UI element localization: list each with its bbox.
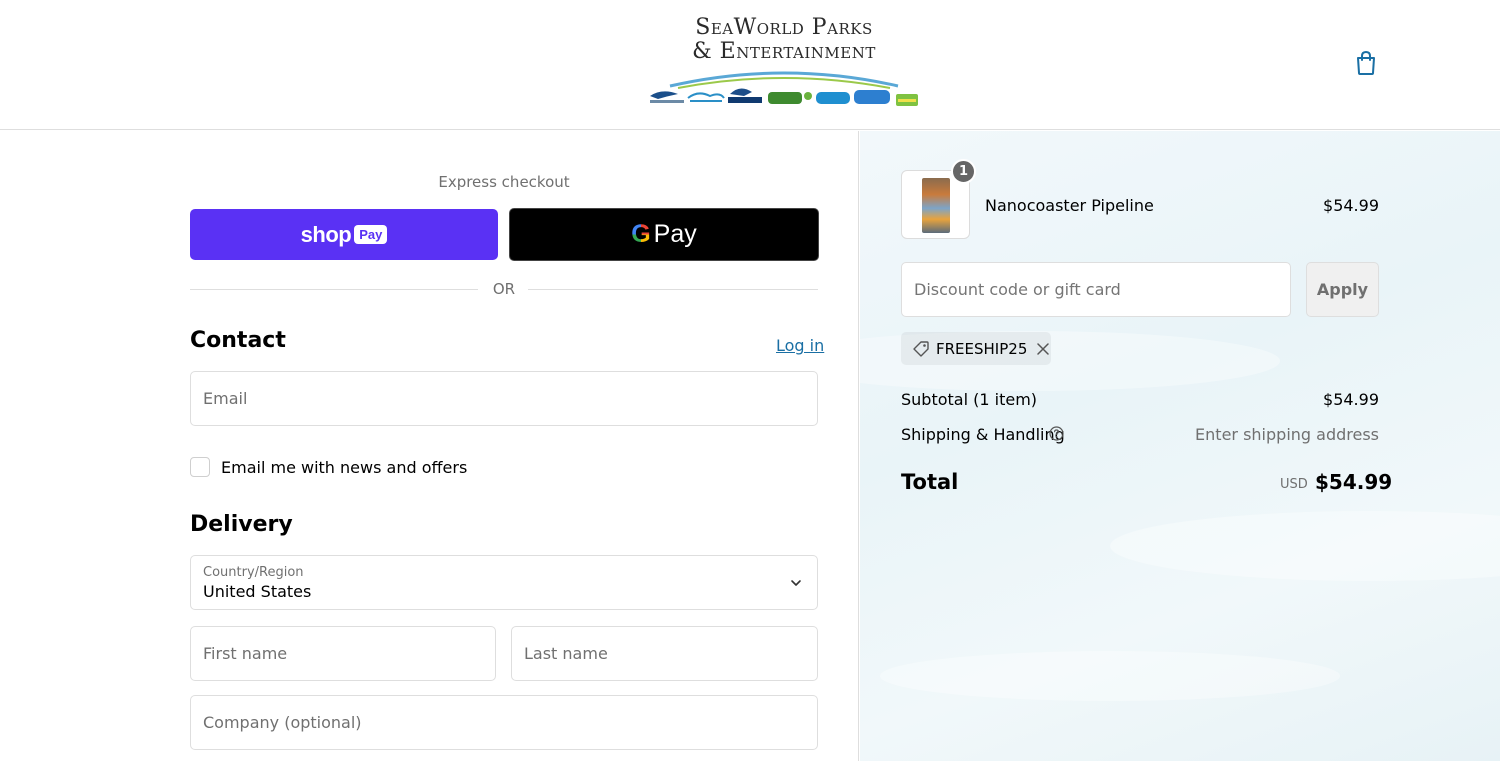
google-pay-word: Pay [653, 220, 697, 248]
email-field[interactable] [190, 371, 818, 426]
bag-icon[interactable] [1354, 50, 1378, 76]
email-input[interactable] [191, 372, 817, 425]
shipping-label: Shipping & Handling [901, 425, 1065, 444]
help-circle-icon[interactable] [1049, 426, 1064, 441]
apply-button[interactable]: Apply [1306, 262, 1379, 317]
product-price: $54.99 [1323, 196, 1379, 215]
company-field[interactable] [190, 695, 818, 750]
log-in-link[interactable]: Log in [776, 336, 824, 355]
total-label: Total [901, 470, 959, 494]
water-country-mark [854, 90, 890, 104]
header: SeaWorld Parks & Entertainment [0, 0, 1500, 130]
subtotal-label: Subtotal (1 item) [901, 390, 1038, 409]
delivery-title: Delivery [190, 512, 293, 537]
first-name-input[interactable] [191, 627, 495, 680]
discount-input[interactable] [902, 263, 1290, 316]
discovery-cove-mark [650, 91, 684, 103]
or-text: OR [492, 280, 516, 298]
newsletter-checkbox[interactable] [190, 457, 210, 477]
shop-pay-word: shop [300, 221, 352, 247]
shipping-value: Enter shipping address [1195, 425, 1379, 444]
company-input[interactable] [191, 696, 817, 749]
chevron-down-icon [791, 580, 801, 586]
discount-field[interactable] [901, 262, 1291, 317]
country-value: United States [203, 582, 312, 601]
quantity-badge: 1 [951, 159, 976, 184]
total-value: $54.99 [1315, 470, 1393, 494]
newsletter-label: Email me with news and offers [221, 458, 468, 477]
background-wave [1110, 511, 1500, 581]
adventure-island-mark [816, 92, 850, 104]
total-currency: USD [1280, 477, 1308, 492]
logo-line-1: SeaWorld Parks [695, 15, 873, 40]
busch-gardens-mark [768, 92, 812, 104]
product-image [922, 178, 950, 233]
last-name-input[interactable] [512, 627, 817, 680]
first-name-field[interactable] [190, 626, 496, 681]
product-name: Nanocoaster Pipeline [985, 196, 1154, 215]
last-name-field[interactable] [511, 626, 818, 681]
checkout-form: Express checkout shop Pay G Pay OR Conta… [0, 131, 859, 761]
google-g-icon: G [631, 220, 651, 248]
applied-discount-tag: FREESHIP25 [901, 332, 1051, 365]
country-select[interactable]: Country/Region United States [190, 555, 818, 610]
contact-title: Contact [190, 328, 286, 353]
google-pay-button[interactable]: G Pay [509, 208, 819, 261]
discount-code: FREESHIP25 [936, 339, 1028, 358]
country-label: Country/Region [203, 565, 304, 580]
logo-line-2: & Entertainment [692, 39, 876, 64]
park-logos-strip [650, 71, 918, 106]
close-icon[interactable] [1037, 342, 1050, 355]
tag-icon [913, 340, 929, 357]
shop-pay-button[interactable]: shop Pay [190, 209, 498, 260]
express-checkout-label: Express checkout [438, 173, 570, 191]
sesame-place-mark [896, 94, 918, 106]
background-wave [880, 651, 1340, 701]
shop-pay-pill: Pay [354, 225, 388, 244]
aquatica-mark [687, 92, 725, 102]
subtotal-value: $54.99 [1323, 390, 1379, 409]
or-divider: OR [190, 279, 818, 299]
order-summary: 1 Nanocoaster Pipeline $54.99 Apply FREE… [860, 131, 1500, 761]
seaworld-logo[interactable]: SeaWorld Parks & Entertainment [648, 14, 920, 110]
seaworld-mark [728, 88, 762, 103]
